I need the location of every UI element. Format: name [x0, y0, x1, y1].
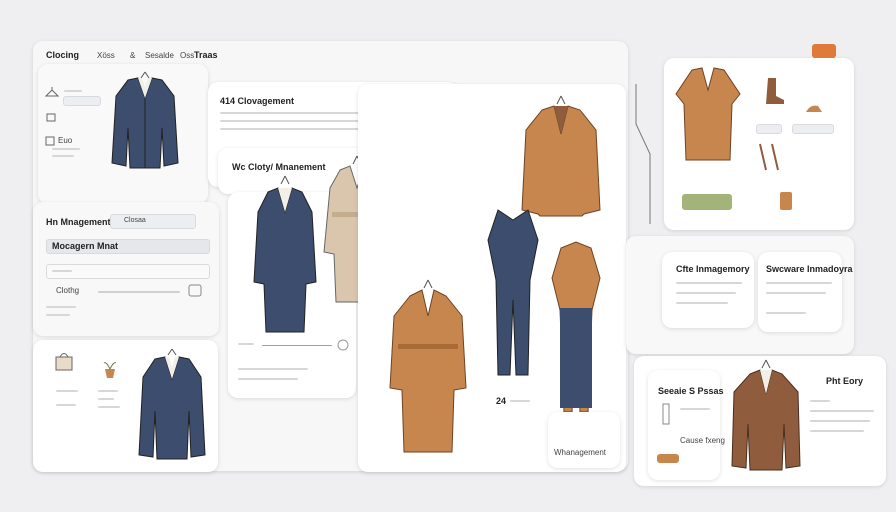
management-field-label: Mocagern Mnat [52, 241, 119, 251]
text-line [46, 306, 76, 308]
bottom-right-right-title: Pht Eory [826, 376, 864, 386]
bag-icon [54, 350, 74, 372]
tag-icon [45, 136, 55, 146]
shirt-icon [45, 112, 57, 122]
bag-icon-2 [778, 186, 794, 212]
navy-coat-image [253, 175, 317, 333]
camel-jacket-image [675, 67, 741, 161]
footer-card [548, 412, 620, 468]
wardrobe-field-2[interactable] [792, 124, 834, 134]
lamp-icon [660, 400, 672, 428]
bottom-right-item-label: Cause fxeng [680, 436, 725, 445]
clutch-icon [656, 452, 680, 464]
article-title: 414 Clovagement [220, 96, 295, 106]
brown-coat-image [731, 359, 801, 471]
management-row-label: Clothg [56, 286, 80, 295]
text-line [766, 312, 806, 314]
article-subtitle: Wc Cloty/ Mnanement [232, 162, 326, 172]
hanger-icon-2 [336, 338, 350, 352]
management-tab[interactable] [110, 214, 196, 229]
tab-1[interactable]: Xöss [97, 51, 115, 60]
tab-4[interactable]: Oss [180, 51, 194, 60]
text-line [810, 420, 870, 422]
tab-5[interactable]: Traas [194, 50, 218, 60]
text-line [810, 410, 874, 412]
app-brand: Clocing [46, 50, 79, 60]
hanger-icon [44, 86, 60, 98]
management-tab-label: Closaa [124, 217, 146, 224]
text-line [98, 398, 114, 400]
text-line [52, 148, 80, 150]
tab-3[interactable]: Sesalde [145, 51, 174, 60]
text-line [238, 378, 298, 380]
text-line [676, 302, 728, 304]
text-line [510, 400, 530, 402]
navy-blazer-image [111, 71, 179, 169]
text-line [64, 90, 82, 92]
text-line [52, 270, 72, 272]
text-line [46, 314, 70, 316]
filter-input[interactable] [63, 96, 101, 106]
camel-trench-image [389, 279, 467, 453]
slider-track[interactable] [98, 291, 180, 293]
connector-lines [635, 84, 651, 224]
tab-2[interactable]: & [130, 51, 135, 60]
text-line [238, 368, 308, 370]
text-line [766, 292, 826, 294]
item-count: 24 [496, 396, 507, 406]
top-action-button[interactable] [812, 44, 836, 58]
text-line [56, 404, 76, 406]
accessory-icon [756, 142, 792, 172]
footer-label: Whanagement [554, 448, 607, 457]
text-line [810, 430, 864, 432]
bottom-right-title: Seeaie S Pssas [658, 386, 724, 396]
apply-button[interactable] [682, 194, 732, 210]
outfit-subtitle: Swcware Inmadoyra [766, 264, 853, 274]
text-line [676, 292, 736, 294]
text-line [98, 390, 118, 392]
navy-jumpsuit-image [487, 209, 539, 376]
row-label: Euo [58, 136, 73, 145]
text-line [676, 282, 742, 284]
outfit-title: Cfte Inmagemory [676, 264, 750, 274]
management-title: Hn Mnagement [46, 217, 111, 227]
progress-track[interactable] [262, 345, 332, 346]
text-line [810, 400, 830, 402]
camel-outfit-image [551, 241, 601, 413]
text-line [98, 406, 120, 408]
text-line [56, 390, 78, 392]
text-line [52, 155, 74, 157]
text-line [238, 343, 254, 345]
wardrobe-field[interactable] [756, 124, 782, 134]
boot-icon [762, 76, 786, 106]
shoe-icon [804, 102, 824, 114]
calendar-icon[interactable] [188, 283, 202, 297]
text-line [766, 282, 832, 284]
plant-icon [102, 357, 118, 379]
text-line [680, 408, 710, 410]
navy-blazer-image-2 [138, 348, 206, 460]
